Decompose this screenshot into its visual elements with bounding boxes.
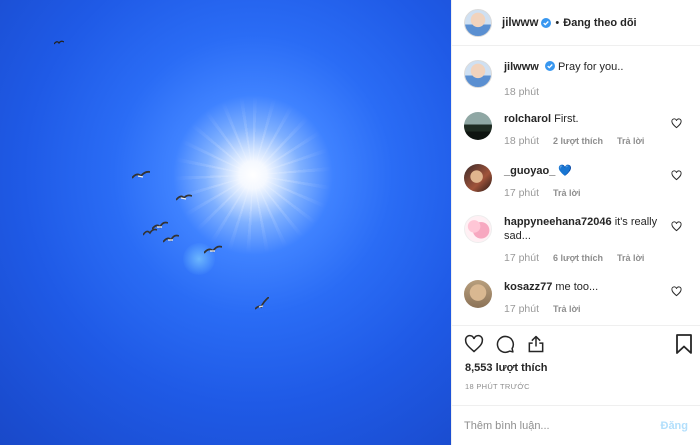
post-header: jilwww • Đang theo dõi bbox=[452, 0, 700, 46]
comments-list: jilwww Pray for you.. 18 phút rolcharol … bbox=[452, 46, 700, 325]
verified-icon bbox=[541, 17, 552, 28]
post-timestamp[interactable]: 18 PHÚT TRƯỚC bbox=[452, 382, 700, 391]
caption-text-line: jilwww Pray for you.. bbox=[504, 60, 670, 74]
comment-username[interactable]: rolcharol bbox=[504, 113, 551, 125]
comment-time[interactable]: 18 phút bbox=[504, 135, 539, 147]
bird bbox=[204, 245, 222, 254]
comment-item: _guoyao_ 💙 17 phút Trả lời bbox=[464, 164, 688, 199]
post-side-panel: jilwww • Đang theo dõi jilwww Pray for y… bbox=[451, 0, 700, 445]
bird bbox=[176, 194, 192, 201]
comment-likes[interactable]: 6 lượt thích bbox=[553, 252, 603, 264]
reply-button[interactable]: Trả lời bbox=[617, 135, 644, 147]
verified-icon bbox=[544, 61, 555, 71]
comment-username[interactable]: kosazz77 bbox=[504, 281, 552, 293]
post-comment-button[interactable]: Đăng bbox=[661, 420, 689, 432]
post-photo[interactable] bbox=[0, 0, 451, 445]
comment-input[interactable] bbox=[464, 419, 644, 432]
comment-icon[interactable] bbox=[495, 334, 515, 354]
reply-button[interactable]: Trả lời bbox=[617, 252, 644, 264]
bird bbox=[132, 170, 150, 179]
heart-icon[interactable] bbox=[671, 118, 682, 129]
comment-text-line: kosazz77 me too... bbox=[504, 280, 670, 294]
caption-text: Pray for you.. bbox=[557, 61, 624, 73]
header-separator: • bbox=[555, 16, 560, 29]
comment-time[interactable]: 17 phút bbox=[504, 252, 539, 264]
comment-text: me too... bbox=[555, 281, 599, 293]
post-actions bbox=[452, 325, 700, 362]
comment-time[interactable]: 17 phút bbox=[504, 303, 539, 315]
like-heart-icon[interactable] bbox=[464, 334, 484, 354]
add-comment-bar: Đăng bbox=[452, 405, 700, 445]
heart-icon[interactable] bbox=[671, 221, 682, 232]
share-icon[interactable] bbox=[526, 334, 546, 354]
reply-button[interactable]: Trả lời bbox=[553, 187, 580, 199]
caption-time[interactable]: 18 phút bbox=[504, 86, 539, 98]
sun-glare bbox=[173, 95, 333, 255]
comment-item: rolcharol First. 18 phút 2 lượt thích Tr… bbox=[464, 112, 688, 147]
comment-item: happyneehana72046 it's really sad... 17 … bbox=[464, 215, 688, 264]
comment-text: 💙 bbox=[558, 165, 573, 177]
bird bbox=[255, 297, 269, 310]
comment-username[interactable]: _guoyao_ bbox=[504, 165, 555, 177]
caption-username[interactable]: jilwww bbox=[504, 61, 539, 73]
bird bbox=[163, 234, 179, 243]
owner-username[interactable]: jilwww bbox=[502, 17, 538, 29]
likes-count[interactable]: 8,553 lượt thích bbox=[452, 362, 700, 374]
comment-text-line: _guoyao_ 💙 bbox=[504, 164, 670, 178]
following-button[interactable]: Đang theo dõi bbox=[563, 17, 636, 29]
caption: jilwww Pray for you.. 18 phút bbox=[464, 60, 688, 98]
comment-text-line: happyneehana72046 it's really sad... bbox=[504, 215, 670, 243]
heart-icon[interactable] bbox=[671, 170, 682, 181]
bird bbox=[143, 228, 157, 236]
commenter-avatar[interactable] bbox=[464, 112, 492, 140]
owner-avatar[interactable] bbox=[464, 8, 492, 37]
comment-text: First. bbox=[554, 113, 579, 125]
commenter-avatar[interactable] bbox=[464, 280, 492, 308]
comment-item: kosazz77 me too... 17 phút Trả lời bbox=[464, 280, 688, 315]
commenter-avatar[interactable] bbox=[464, 164, 492, 192]
comment-likes[interactable]: 2 lượt thích bbox=[553, 135, 603, 147]
caption-avatar[interactable] bbox=[464, 60, 492, 88]
commenter-avatar[interactable] bbox=[464, 215, 492, 243]
instagram-post: jilwww • Đang theo dõi jilwww Pray for y… bbox=[0, 0, 700, 445]
comment-text-line: rolcharol First. bbox=[504, 112, 670, 126]
heart-icon[interactable] bbox=[671, 286, 682, 297]
bookmark-icon[interactable] bbox=[675, 334, 693, 354]
comment-time[interactable]: 17 phút bbox=[504, 187, 539, 199]
comment-username[interactable]: happyneehana72046 bbox=[504, 216, 612, 228]
reply-button[interactable]: Trả lời bbox=[553, 303, 580, 315]
bird bbox=[54, 40, 64, 45]
